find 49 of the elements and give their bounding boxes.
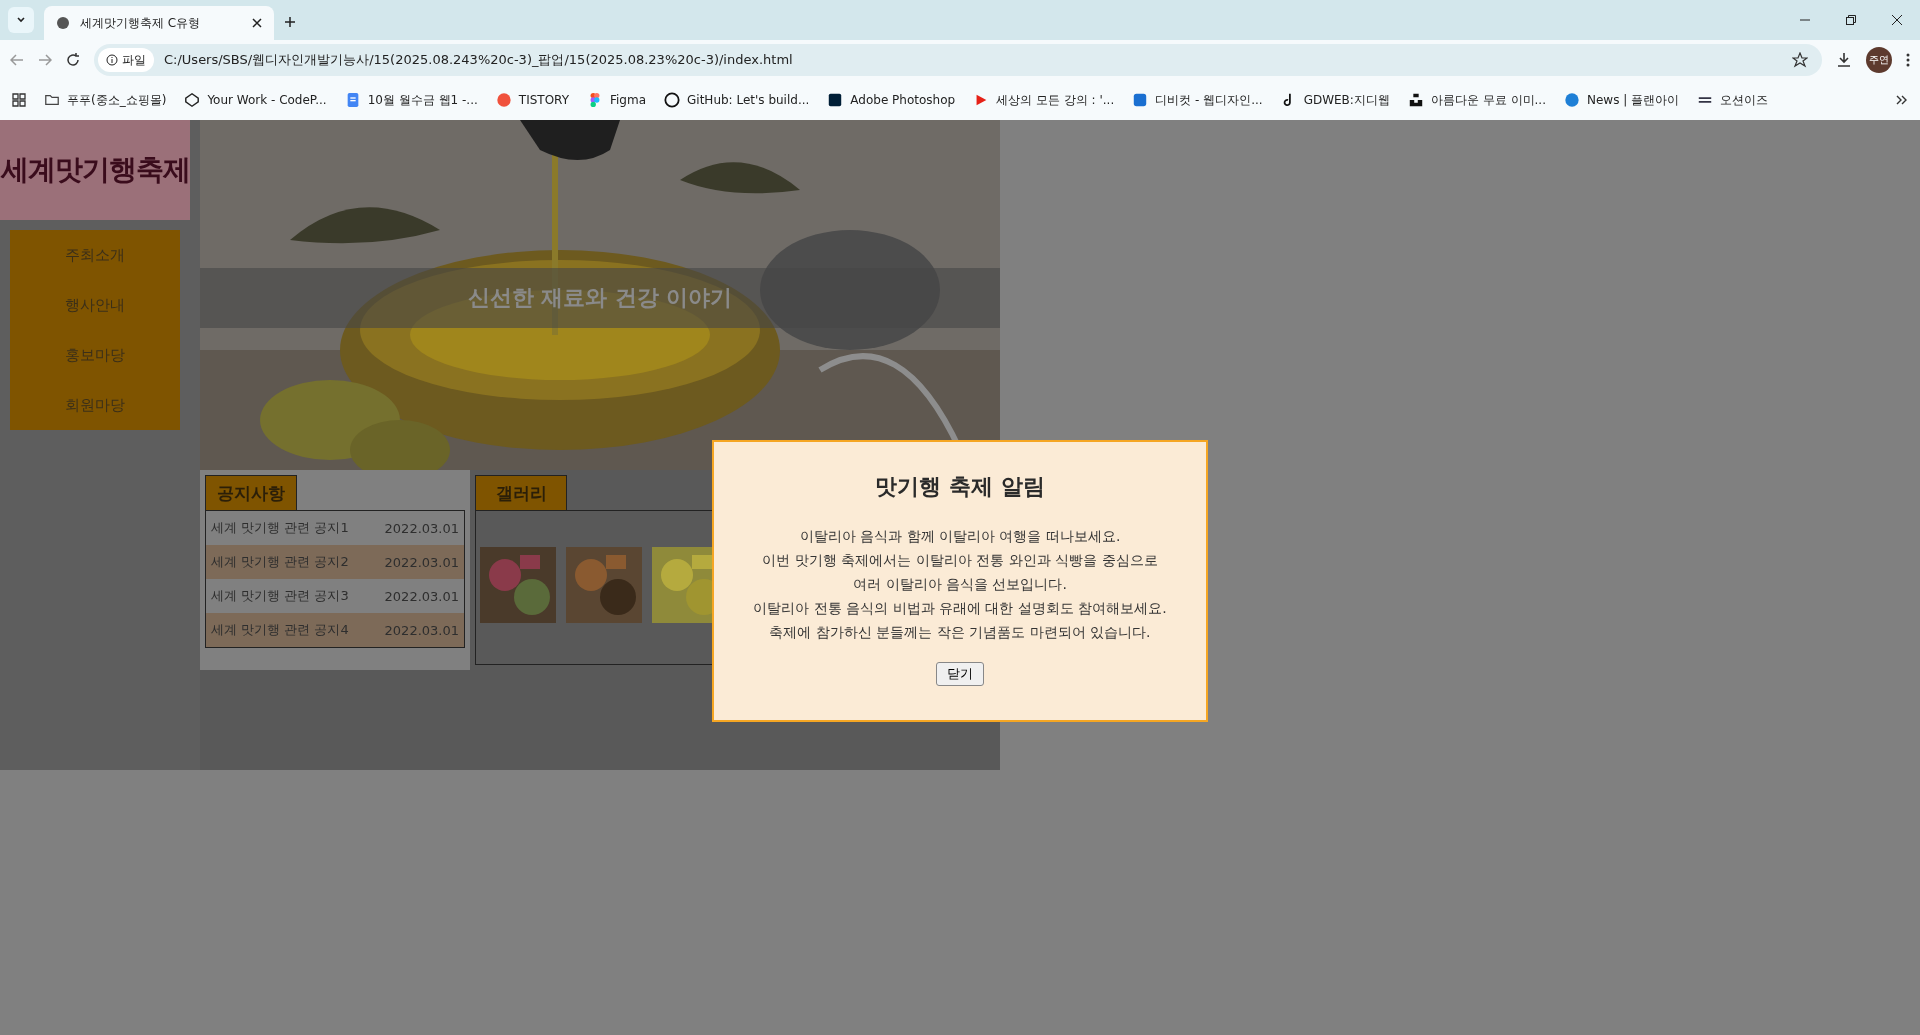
notice-date: 2022.03.01 — [384, 554, 459, 570]
notice-date: 2022.03.01 — [384, 622, 459, 638]
notice-title: 세계 맛기행 관련 공지1 — [211, 519, 349, 537]
profile-avatar[interactable]: 주연 — [1866, 47, 1892, 73]
square-icon — [1132, 92, 1149, 108]
popup-message: 이탈리아 음식과 함께 이탈리아 여행을 떠나보세요. 이번 맛기행 축제에서는 이탈리아 전통 와인과 식빵을 중심으로 여러 이탈리아 음식을 선보입니다. 이탈리아 전통 음식의 비법과 유래에 대한 설명회도 참여해보세요. 축제에 참가하신 분들께는 작은 기념품도 마련되어 있습니다. — [753, 527, 1167, 642]
address-bar[interactable]: 파일 C:/Users/SBS/웹디자인개발기능사/15(2025.08.243%20c-3)_팝업/15(2025.08.23%20c-3)/index.html — [94, 44, 1822, 76]
bookmark[interactable]: 세상의 모든 강의 : '... — [973, 91, 1115, 109]
reload-icon[interactable] — [66, 53, 80, 67]
notice-title: 세계 맛기행 관련 공지3 — [211, 587, 349, 605]
bookmark[interactable]: 아름다운 무료 이미... — [1407, 91, 1546, 109]
bookmark[interactable]: News | 플랜아이 — [1563, 91, 1680, 109]
close-popup-button[interactable]: 닫기 — [936, 662, 984, 686]
new-tab-icon[interactable] — [284, 16, 296, 28]
bookmark[interactable]: GDWEB:지디웹 — [1280, 91, 1390, 109]
close-icon — [252, 18, 262, 28]
back-icon[interactable] — [10, 53, 24, 67]
notice-date: 2022.03.01 — [384, 588, 459, 604]
url-text: C:/Users/SBS/웹디자인개발기능사/15(2025.08.243%20c-3)_팝업/15(2025.08.23%20c-3)/index.html — [164, 51, 794, 69]
folder-icon — [44, 92, 60, 108]
chevron-down-icon — [16, 15, 26, 25]
site-logo[interactable]: 세계맛기행축제 — [0, 120, 190, 220]
bookmark[interactable]: Figma — [587, 92, 646, 108]
notice-title: 세계 맛기행 관련 공지2 — [211, 553, 349, 571]
chevron-double-right-icon[interactable] — [1896, 94, 1908, 106]
bookmark[interactable]: 디비컷 - 웹디자인... — [1132, 91, 1263, 109]
bookmark[interactable]: 오션이즈 — [1697, 91, 1769, 109]
apps-icon[interactable] — [12, 93, 26, 107]
forward-icon[interactable] — [38, 53, 52, 67]
star-icon[interactable] — [1792, 52, 1808, 68]
slogan-banner: 신선한 재료와 건강 이야기 — [200, 268, 1000, 328]
popup-title: 맛기행 축제 알림 — [875, 473, 1045, 501]
bookmark[interactable]: 10월 월수금 웹1 -... — [344, 91, 478, 109]
browser-tab[interactable]: 세계맛기행축제 C유형 — [44, 6, 274, 40]
bookmark[interactable]: GitHub: Let's build... — [664, 92, 810, 108]
bookmark[interactable]: TISTORY — [495, 92, 569, 108]
close-icon — [1892, 15, 1902, 25]
download-icon[interactable] — [1836, 52, 1852, 68]
square-icon — [827, 92, 844, 108]
restore-icon — [1846, 15, 1856, 25]
menu-icon[interactable] — [1906, 53, 1910, 67]
blocks-icon — [1407, 92, 1424, 108]
notice-title: 세계 맛기행 관련 공지4 — [211, 621, 349, 639]
bookmark[interactable]: Your Work - CodeP... — [184, 92, 327, 108]
tab-search-button[interactable] — [8, 7, 34, 33]
bookmark[interactable]: Adobe Photoshop — [827, 92, 956, 108]
bookmark[interactable]: 푸푸(중소_쇼핑몰) — [44, 91, 167, 109]
notice-date: 2022.03.01 — [384, 520, 459, 536]
site-info-chip[interactable]: 파일 — [98, 48, 154, 72]
